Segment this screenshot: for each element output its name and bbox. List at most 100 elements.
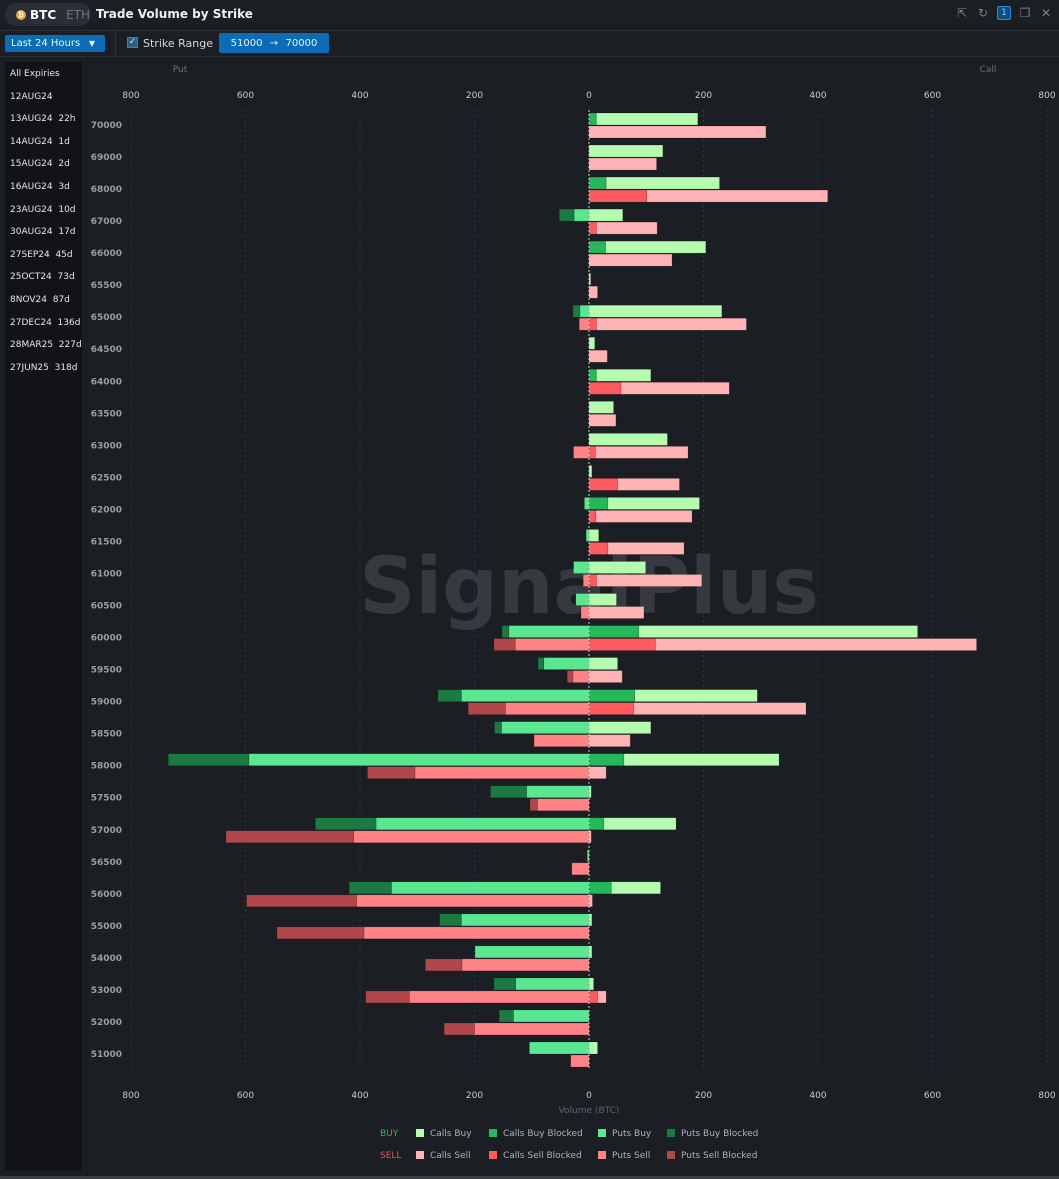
duplicate-icon[interactable]: ❐ (1018, 6, 1032, 20)
bar-puts-buy (513, 1009, 590, 1023)
x-tick-label-bottom: 200 (466, 1091, 483, 1101)
bar-calls-sell (588, 894, 593, 908)
legend-group-label: BUY (380, 1129, 399, 1139)
bar-calls-buy (623, 753, 780, 766)
bar-calls-buy-blocked (588, 368, 597, 382)
sidebar-item-expiry[interactable]: 25OCT24 73d (10, 272, 75, 282)
bar-calls-buy-blocked (588, 689, 636, 702)
bar-puts-buy (529, 1041, 590, 1055)
coin-switch[interactable]: ₿ BTC ETH (5, 3, 91, 26)
bar-calls-sell (596, 221, 658, 235)
strike-range-input[interactable]: 51000 → 70000 (219, 33, 329, 53)
sidebar-item-expiry[interactable]: 23AUG24 10d (10, 205, 76, 215)
bar-calls-sell (588, 285, 598, 299)
sidebar-item-expiry[interactable]: 30AUG24 17d (10, 227, 76, 237)
close-icon[interactable]: ✕ (1039, 6, 1053, 20)
period-select[interactable]: Last 24 Hours ▼ (5, 35, 105, 52)
bar-calls-buy-blocked (588, 112, 597, 126)
layout-1-icon[interactable]: 1 (997, 6, 1011, 20)
bar-calls-sell-blocked (588, 510, 597, 523)
sidebar-item-expiry[interactable]: 27SEP24 45d (10, 250, 73, 260)
bar-puts-sell-blocked (443, 1022, 475, 1036)
bar-calls-buy (588, 561, 646, 574)
bar-puts-sell-blocked (367, 766, 416, 779)
bar-puts-buy (579, 304, 590, 318)
legend-swatch (598, 1151, 606, 1159)
bar-puts-buy-blocked (537, 657, 545, 670)
bar-calls-buy (588, 336, 596, 350)
bar-calls-buy (588, 657, 618, 670)
strike-label: 55000 (91, 922, 122, 932)
bar-puts-sell (353, 830, 590, 844)
bar-calls-sell (617, 478, 680, 491)
x-tick-label-top: 600 (237, 91, 254, 101)
bar-calls-buy (638, 625, 918, 638)
bar-calls-sell-blocked (588, 478, 618, 491)
coin-eth-tab[interactable]: ETH (66, 8, 90, 22)
bar-puts-buy-blocked (315, 817, 377, 831)
bar-calls-sell-blocked (588, 702, 634, 715)
sidebar-item-expiry[interactable]: 27JUN25 318d (10, 363, 78, 373)
strike-label: 56000 (91, 890, 122, 900)
sidebar-item-expiry[interactable]: 8NOV24 87d (10, 295, 70, 305)
bar-puts-buy-blocked (439, 913, 462, 927)
x-axis-label: Volume (BTC) (559, 1106, 620, 1116)
strike-label: 59500 (91, 666, 122, 676)
strike-range-checkbox[interactable]: ✓ (127, 37, 138, 48)
bar-calls-sell (607, 542, 685, 555)
bar-puts-buy (584, 497, 590, 510)
sidebar-item-expiry[interactable]: 15AUG24 2d (10, 159, 70, 169)
bar-puts-buy-blocked (348, 881, 392, 895)
bar-calls-buy (603, 817, 677, 831)
bar-puts-sell-blocked (566, 670, 574, 683)
coin-btc-tab[interactable]: BTC (30, 8, 56, 22)
bar-puts-sell (573, 446, 590, 459)
x-tick-label-top: 200 (695, 91, 712, 101)
bar-puts-buy (461, 689, 590, 702)
bar-calls-sell (595, 510, 693, 523)
bar-puts-buy (526, 785, 590, 799)
bar-puts-sell (474, 1022, 590, 1036)
bar-calls-sell (588, 670, 623, 683)
bar-puts-buy-blocked (501, 625, 510, 638)
strike-label: 54000 (91, 954, 122, 964)
legend-entry-label: Puts Buy Blocked (681, 1129, 758, 1139)
legend-entry-label: Calls Sell (430, 1151, 471, 1161)
bar-puts-sell-blocked (529, 798, 538, 812)
bar-puts-sell (533, 734, 590, 747)
sidebar-item-expiry[interactable]: 28MAR25 227d (10, 340, 82, 350)
bar-puts-sell-blocked (493, 638, 516, 651)
legend-entry-label: Puts Sell (612, 1151, 650, 1161)
sidebar-item-all-expiries[interactable]: All Expiries (10, 69, 60, 79)
strike-label: 63000 (91, 441, 122, 451)
bar-calls-buy-blocked (588, 817, 605, 831)
x-tick-label-bottom: 0 (586, 1091, 592, 1101)
strike-label: 62000 (91, 505, 122, 515)
strike-to[interactable]: 70000 (286, 38, 318, 49)
bar-puts-buy (461, 913, 590, 927)
sidebar-item-expiry[interactable]: 13AUG24 22h (10, 114, 76, 124)
strike-label: 66000 (91, 249, 122, 259)
strike-label: 61000 (91, 569, 122, 579)
bar-puts-buy (474, 945, 590, 959)
sidebar-item-expiry[interactable]: 14AUG24 1d (10, 137, 70, 147)
bar-puts-buy (575, 593, 590, 606)
sidebar-item-expiry[interactable]: 27DEC24 136d (10, 318, 80, 328)
bitcoin-icon: ₿ (16, 9, 26, 20)
x-tick-label-top: 600 (924, 91, 941, 101)
strike-from[interactable]: 51000 (231, 38, 263, 49)
external-link-icon[interactable]: ⇱ (955, 6, 969, 20)
bar-calls-sell (588, 157, 657, 171)
refresh-icon[interactable]: ↻ (976, 6, 990, 20)
bar-calls-buy-blocked (588, 881, 612, 895)
sidebar-item-expiry[interactable]: 12AUG24 (10, 92, 53, 102)
period-select-value: Last 24 Hours (11, 38, 81, 49)
sidebar-item-expiry[interactable]: 16AUG24 3d (10, 182, 70, 192)
bar-puts-sell (461, 958, 590, 972)
legend-entry-label: Puts Sell Blocked (681, 1151, 757, 1161)
bar-puts-buy-blocked (493, 977, 517, 991)
x-tick-label-top: 400 (809, 91, 826, 101)
legend-entry-label: Calls Buy (430, 1129, 472, 1139)
bar-calls-sell (646, 189, 829, 203)
put-side-label: Put (173, 65, 188, 75)
